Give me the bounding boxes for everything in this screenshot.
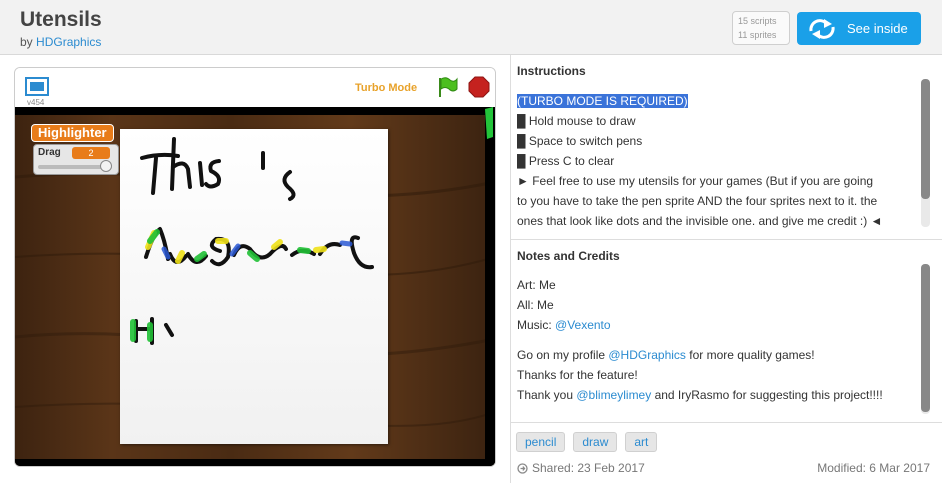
project-side-panel: Instructions (TURBO MODE IS REQUIRED) █ … <box>510 55 942 483</box>
by-label: by <box>20 35 33 49</box>
project-stage[interactable]: Highlighter Drag 2 <box>15 107 495 466</box>
tag-pencil[interactable]: pencil <box>516 432 566 452</box>
fullscreen-icon[interactable] <box>25 77 49 96</box>
instructions-line: █ Press C to clear <box>517 154 615 168</box>
drawing-paper[interactable] <box>120 129 388 444</box>
monitor-body: Drag 2 <box>33 144 119 175</box>
section-divider <box>511 422 942 423</box>
project-player: v454 Turbo Mode Highlighter Drag 2 <box>14 67 496 467</box>
user-link[interactable]: @blimeylimey <box>576 388 651 402</box>
monitor-label: Drag <box>38 147 61 158</box>
instructions-line: █ Space to switch pens <box>517 134 643 148</box>
section-divider <box>511 239 942 240</box>
instructions-line: (TURBO MODE IS REQUIRED) <box>517 94 688 108</box>
notes-line: Thanks for the feature! <box>517 368 638 382</box>
sprites-count: 11 sprites <box>738 30 777 40</box>
project-page: Utensils by HDGraphics 15 scripts 11 spr… <box>0 0 942 483</box>
see-inside-button[interactable]: See inside <box>797 12 921 45</box>
tag-art[interactable]: art <box>625 432 658 452</box>
player-controls: v454 Turbo Mode <box>15 68 495 107</box>
scripts-count: 15 scripts <box>738 16 777 26</box>
instructions-scrollbar[interactable] <box>921 79 930 227</box>
green-flag-icon[interactable] <box>436 76 458 98</box>
byline: by HDGraphics <box>20 35 101 49</box>
instructions-line: █ Hold mouse to draw <box>517 114 636 128</box>
shared-date: Shared: 23 Feb 2017 <box>517 461 645 475</box>
tag-draw[interactable]: draw <box>573 432 618 452</box>
share-icon <box>517 462 528 474</box>
profile-link[interactable]: @HDGraphics <box>608 348 686 362</box>
notes-line: Art: Me <box>517 278 556 292</box>
notes-heading: Notes and Credits <box>517 249 620 263</box>
notes-line: All: Me <box>517 298 554 312</box>
instructions-line: to you have to take the pen sprite AND t… <box>517 194 878 208</box>
shared-label: Shared: 23 Feb 2017 <box>532 461 645 475</box>
notes-scrollbar[interactable] <box>921 264 930 414</box>
notes-text: Art: Me All: Me Music: @Vexento Go on my… <box>517 275 915 405</box>
monitor-title: Highlighter <box>31 124 114 142</box>
notes-line: Music: @Vexento <box>517 318 611 332</box>
notes-spacer <box>517 335 915 345</box>
project-title: Utensils <box>20 8 102 31</box>
instructions-line: ► Feel free to use my utensils for your … <box>517 174 874 188</box>
remix-arrows-icon <box>809 18 835 39</box>
notes-line: Thank you @blimeylimey and IryRasmo for … <box>517 388 883 402</box>
turbo-mode-label: Turbo Mode <box>355 82 418 94</box>
stop-sign-icon[interactable] <box>468 76 490 98</box>
player-version: v454 <box>27 98 45 107</box>
instructions-text: (TURBO MODE IS REQUIRED) █ Hold mouse to… <box>517 91 915 231</box>
instructions-heading: Instructions <box>517 64 586 78</box>
instructions-scroll-thumb[interactable] <box>921 79 930 199</box>
modified-date: Modified: 6 Mar 2017 <box>817 461 930 475</box>
monitor-slider-knob[interactable] <box>100 160 112 172</box>
notes-scroll-thumb[interactable] <box>921 264 930 412</box>
handwriting-drawing <box>130 137 374 345</box>
music-credit-link[interactable]: @Vexento <box>555 318 611 332</box>
variable-monitor: Highlighter Drag 2 <box>31 124 121 175</box>
tags-list: pencil draw art <box>516 432 658 452</box>
project-stats: 15 scripts 11 sprites <box>732 11 790 45</box>
notes-line: Go on my profile @HDGraphics for more qu… <box>517 348 815 362</box>
author-link[interactable]: HDGraphics <box>36 35 101 49</box>
instructions-line: ones that look like dots and the invisib… <box>517 214 883 228</box>
monitor-value: 2 <box>72 147 110 159</box>
project-header: Utensils by HDGraphics 15 scripts 11 spr… <box>0 0 942 55</box>
see-inside-label: See inside <box>847 21 908 36</box>
